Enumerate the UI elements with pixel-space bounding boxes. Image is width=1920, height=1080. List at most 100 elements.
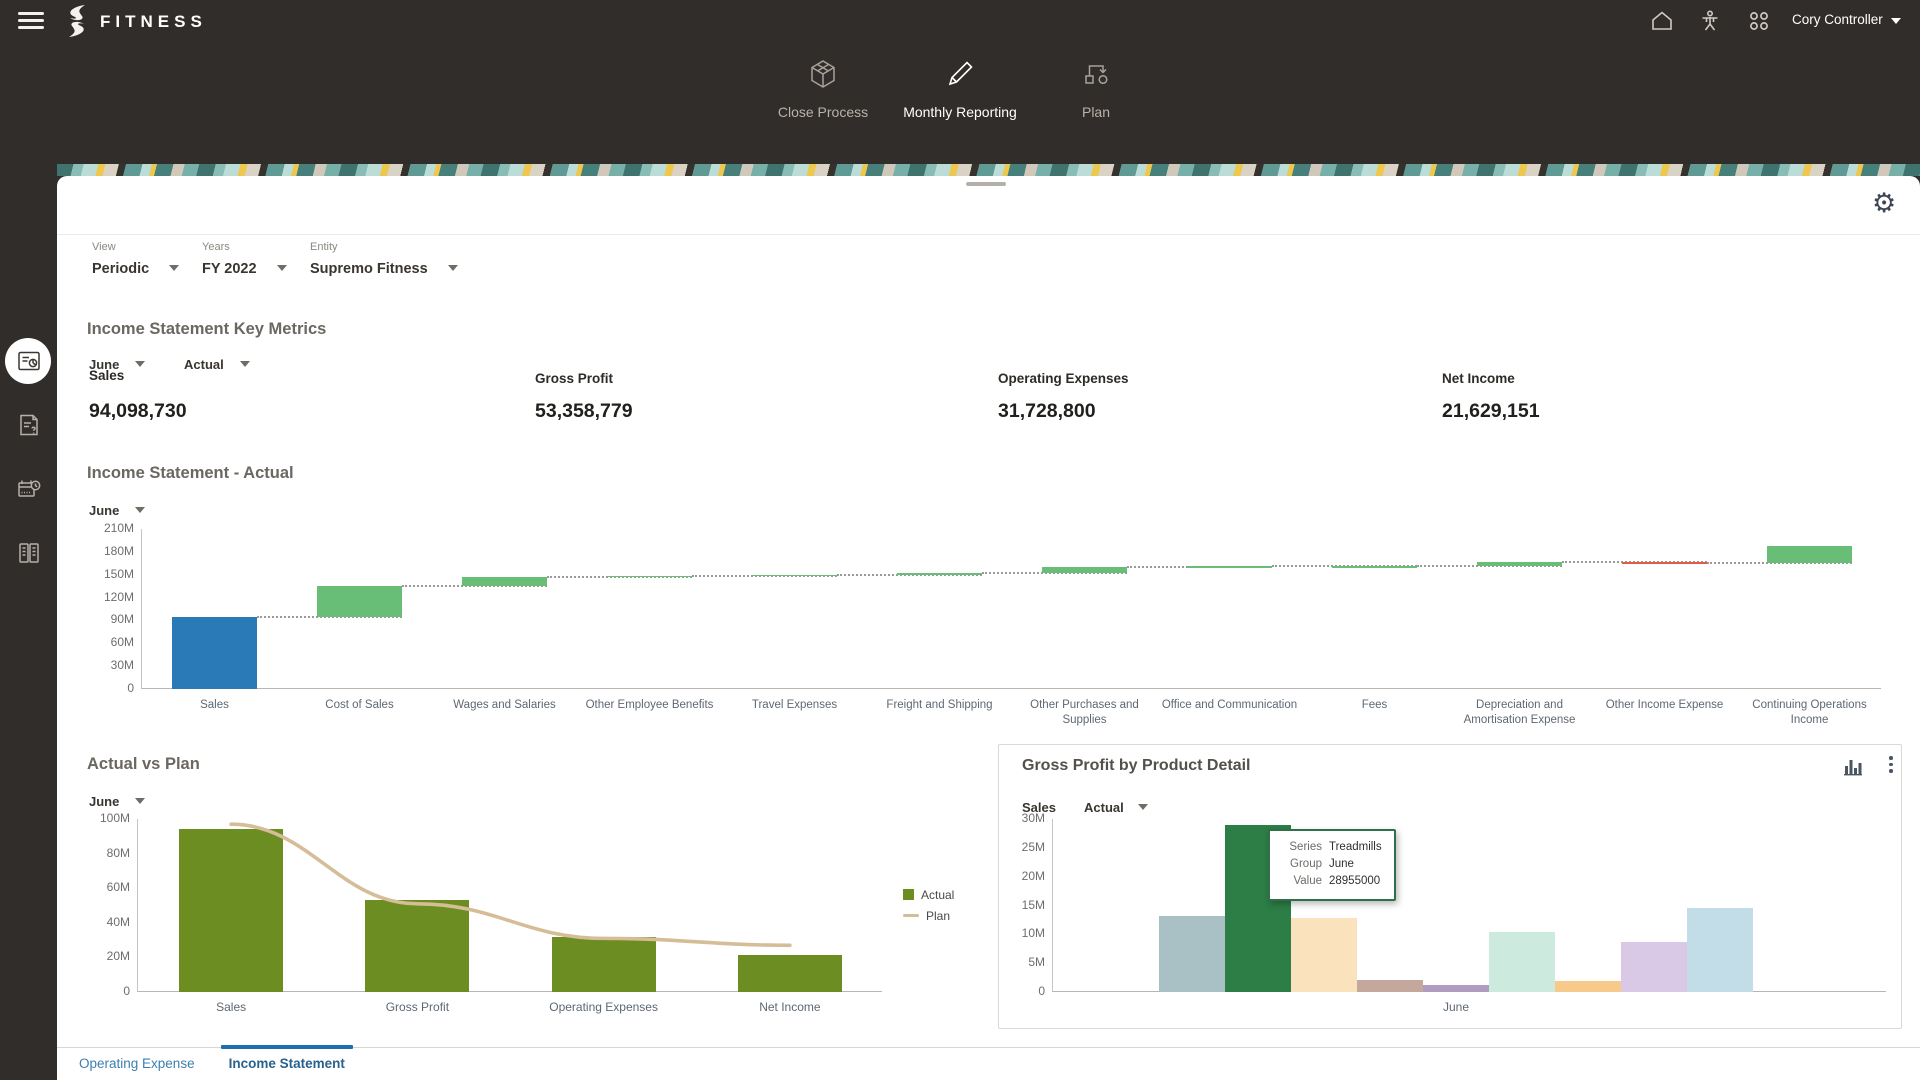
y-tick-label: 20M xyxy=(82,949,130,963)
chevron-down-icon xyxy=(135,507,145,513)
plan-line[interactable] xyxy=(138,814,883,997)
waterfall-bar[interactable] xyxy=(1187,566,1272,568)
x-axis-label: June xyxy=(1396,1000,1516,1016)
chevron-down-icon xyxy=(169,265,179,271)
waterfall-period-select[interactable]: June xyxy=(89,503,145,518)
filter-label-view: View xyxy=(92,241,116,253)
dashboard-content: ⚙ View Periodic Years FY 2022 Entity Sup… xyxy=(0,0,1920,1080)
filter-years-value: FY 2022 xyxy=(202,261,257,277)
waterfall-bar[interactable] xyxy=(1477,562,1562,566)
x-axis-label: Cost of Sales xyxy=(290,698,430,713)
key-metrics-scenario-select[interactable]: Actual xyxy=(184,357,250,372)
filter-entity-select[interactable]: Supremo Fitness xyxy=(310,261,458,277)
waterfall-bar[interactable] xyxy=(1332,566,1417,568)
product-bar[interactable] xyxy=(1687,908,1753,992)
waterfall-bar[interactable] xyxy=(1622,562,1707,564)
x-axis-label: Wages and Salaries xyxy=(435,698,575,713)
tab-operating-expense[interactable]: Operating Expense xyxy=(77,1048,197,1071)
filter-entity-value: Supremo Fitness xyxy=(310,261,428,277)
filter-years-select[interactable]: FY 2022 xyxy=(202,261,287,277)
waterfall-bar[interactable] xyxy=(317,586,402,617)
chart-type-icon[interactable] xyxy=(1843,757,1863,777)
actual-vs-plan-period-select[interactable]: June xyxy=(89,794,145,809)
metric-value-sales: 94,098,730 xyxy=(89,400,187,423)
waterfall-title: Income Statement - Actual xyxy=(87,464,294,483)
product-bar[interactable] xyxy=(1159,916,1225,992)
legend-item: Actual xyxy=(903,884,954,905)
x-axis-label: Continuing Operations Income xyxy=(1740,698,1880,728)
product-bar[interactable] xyxy=(1621,942,1687,992)
product-bar[interactable] xyxy=(1291,918,1357,992)
chevron-down-icon xyxy=(135,798,145,804)
y-tick-label: 100M xyxy=(82,811,130,825)
y-tick-label: 0 xyxy=(86,681,134,695)
x-axis-label: Depreciation and Amortisation Expense xyxy=(1450,698,1590,728)
tooltip-value-label: Value xyxy=(1280,873,1322,890)
x-axis-label: Net Income xyxy=(710,1000,870,1016)
x-axis-label: Fees xyxy=(1305,698,1445,713)
active-tab-indicator xyxy=(221,1045,353,1049)
actual-vs-plan-title: Actual vs Plan xyxy=(87,755,200,774)
chevron-down-icon xyxy=(1138,804,1148,810)
chevron-down-icon xyxy=(277,265,287,271)
waterfall-chart: 030M60M90M120M150M180M210MSalesCost of S… xyxy=(141,529,1881,689)
tooltip-group-label: Group xyxy=(1280,856,1322,873)
y-tick-label: 5M xyxy=(997,955,1045,969)
tab-label: Income Statement xyxy=(229,1056,345,1071)
divider xyxy=(57,234,1920,235)
tooltip-group-value: June xyxy=(1329,856,1382,873)
gross-profit-scenario-select[interactable]: Actual xyxy=(1084,800,1148,815)
product-bar[interactable] xyxy=(1555,981,1621,992)
filter-label-entity: Entity xyxy=(310,241,338,253)
sheet-drag-handle[interactable] xyxy=(966,182,1006,186)
period-value: June xyxy=(89,503,119,518)
key-metrics-title: Income Statement Key Metrics xyxy=(87,320,326,339)
legend-label: Plan xyxy=(926,909,950,923)
product-bar[interactable] xyxy=(1357,980,1423,992)
filter-view-value: Periodic xyxy=(92,261,149,277)
metric-label-operating-expenses: Operating Expenses xyxy=(998,371,1129,386)
y-tick-label: 10M xyxy=(997,926,1045,940)
bottom-tab-bar: Operating Expense Income Statement xyxy=(57,1047,1920,1071)
kebab-menu-icon[interactable] xyxy=(1884,756,1898,776)
y-tick-label: 0 xyxy=(82,984,130,998)
legend-line-plan xyxy=(903,914,919,918)
waterfall-bar[interactable] xyxy=(172,617,257,689)
waterfall-bar[interactable] xyxy=(1042,567,1127,573)
x-axis-label: Other Employee Benefits xyxy=(580,698,720,713)
gross-profit-chart: 05M10M15M20M25M30MJune xyxy=(1052,819,1886,992)
product-bar[interactable] xyxy=(1489,932,1555,992)
waterfall-bar[interactable] xyxy=(607,576,692,578)
tab-income-statement[interactable]: Income Statement xyxy=(227,1048,347,1071)
waterfall-bar[interactable] xyxy=(897,573,982,575)
filter-view-select[interactable]: Periodic xyxy=(92,261,179,277)
y-tick-label: 15M xyxy=(997,898,1045,912)
waterfall-bar[interactable] xyxy=(752,575,837,577)
legend-swatch-actual xyxy=(903,889,914,900)
y-tick-label: 180M xyxy=(86,544,134,558)
y-tick-label: 30M xyxy=(997,811,1045,825)
y-tick-label: 80M xyxy=(82,846,130,860)
y-tick-label: 150M xyxy=(86,567,134,581)
x-axis-label: Other Income Expense xyxy=(1595,698,1735,713)
settings-gear-icon[interactable]: ⚙ xyxy=(1872,190,1896,217)
metric-value-gross-profit: 53,358,779 xyxy=(535,400,633,423)
product-bar[interactable] xyxy=(1423,985,1489,992)
y-tick-label: 60M xyxy=(86,635,134,649)
legend-label: Actual xyxy=(921,888,954,902)
epm-dashboard-page: FITNESS Cory Controller xyxy=(0,0,1920,1080)
filter-label-years: Years xyxy=(202,241,230,253)
waterfall-bar[interactable] xyxy=(1767,546,1852,562)
waterfall-bar[interactable] xyxy=(462,577,547,586)
scenario-value: Actual xyxy=(184,357,224,372)
tooltip-series-label: Series xyxy=(1280,839,1322,856)
x-axis-label: Operating Expenses xyxy=(524,1000,684,1016)
metric-value-net-income: 21,629,151 xyxy=(1442,400,1540,423)
x-axis-label: Gross Profit xyxy=(337,1000,497,1016)
x-axis-label: Sales xyxy=(145,698,285,713)
y-tick-label: 20M xyxy=(997,869,1045,883)
gross-profit-panel-title: Gross Profit by Product Detail xyxy=(1022,757,1250,775)
x-axis-label: Other Purchases and Supplies xyxy=(1015,698,1155,728)
y-tick-label: 40M xyxy=(82,915,130,929)
actual-vs-plan-chart: 020M40M60M80M100MSalesGross ProfitOperat… xyxy=(137,819,882,992)
